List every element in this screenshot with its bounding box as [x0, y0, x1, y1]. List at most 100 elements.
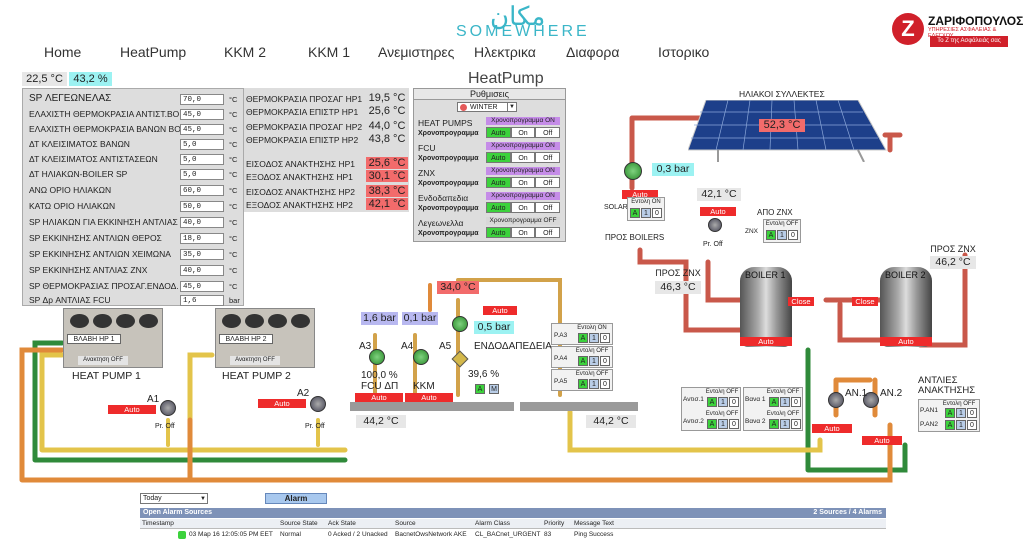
sp-input[interactable]: 5,0: [180, 169, 224, 180]
off-toggle[interactable]: 0: [967, 408, 977, 418]
alarm-filter-select[interactable]: Today ▼: [140, 493, 208, 504]
col-source-state[interactable]: Source State: [280, 519, 318, 529]
off-button[interactable]: Off: [535, 227, 561, 238]
on-button[interactable]: On: [510, 202, 536, 213]
sp-label: SP ΛΕΓΕΩΝΕΛΑΣ: [29, 93, 112, 104]
nav-home[interactable]: Home: [44, 44, 81, 60]
sp-input[interactable]: 5,0: [180, 154, 224, 165]
off-button[interactable]: Off: [535, 127, 561, 138]
on-toggle[interactable]: 1: [780, 397, 790, 407]
col-source[interactable]: Source: [395, 519, 416, 529]
a3-label: A3: [359, 341, 372, 352]
on-button[interactable]: On: [510, 127, 536, 138]
recovery-command: Εντολη OFF: [942, 401, 976, 407]
nav-kkm1[interactable]: ΚΚΜ 1: [308, 44, 350, 60]
off-button[interactable]: Off: [535, 202, 561, 213]
off-toggle[interactable]: 0: [729, 419, 739, 429]
on-toggle[interactable]: 1: [589, 333, 599, 343]
off-toggle[interactable]: 0: [729, 397, 739, 407]
off-toggle[interactable]: 0: [652, 208, 662, 218]
off-toggle[interactable]: 0: [600, 356, 610, 366]
off-button[interactable]: Off: [535, 177, 561, 188]
sp-input[interactable]: 50,0: [180, 201, 224, 212]
solar-pump-icon[interactable]: [624, 162, 642, 180]
off-toggle[interactable]: 0: [791, 419, 801, 429]
alarm-button[interactable]: Alarm: [265, 493, 327, 504]
auto-toggle[interactable]: A: [945, 408, 955, 418]
on-toggle[interactable]: 1: [777, 230, 787, 240]
sp-input[interactable]: 40,0: [180, 265, 224, 276]
an1-pump-icon[interactable]: [828, 392, 844, 408]
on-toggle[interactable]: 1: [956, 408, 966, 418]
on-button[interactable]: On: [510, 227, 536, 238]
on-toggle[interactable]: 1: [589, 379, 599, 389]
off-toggle[interactable]: 0: [788, 230, 798, 240]
auto-toggle[interactable]: A: [766, 230, 776, 240]
col-ack-state[interactable]: Ack State: [328, 519, 356, 529]
col-timestamp[interactable]: Timestamp: [142, 519, 174, 529]
a5-pump-icon[interactable]: [452, 316, 468, 332]
on-toggle[interactable]: 1: [780, 419, 790, 429]
auto-button[interactable]: Auto: [486, 127, 511, 138]
auto-toggle[interactable]: A: [475, 384, 485, 394]
a4-pressure: 0,1 bar: [402, 312, 438, 325]
on-button[interactable]: On: [510, 177, 536, 188]
solar-temp: 52,3 °C: [759, 119, 805, 132]
on-toggle[interactable]: 1: [641, 208, 651, 218]
off-button[interactable]: Off: [535, 152, 561, 163]
sp-input[interactable]: 18,0: [180, 233, 224, 244]
hp2-fault: ΒΛΑΒΗ ΗΡ 2: [219, 334, 273, 344]
pressure-off-label: Pr. Off: [703, 241, 723, 248]
off-toggle[interactable]: 0: [791, 397, 801, 407]
auto-toggle[interactable]: A: [945, 420, 955, 430]
sp-input[interactable]: 60,0: [180, 185, 224, 196]
nav-kkm2[interactable]: ΚΚΜ 2: [224, 44, 266, 60]
on-toggle[interactable]: 1: [718, 397, 728, 407]
pump-icon[interactable]: [708, 218, 722, 232]
nav-fans[interactable]: Ανεμιστηρες: [378, 44, 454, 60]
nav-misc[interactable]: Διαφορα: [566, 44, 619, 60]
auto-button[interactable]: Auto: [486, 152, 511, 163]
auto-button[interactable]: Auto: [486, 177, 511, 188]
off-toggle[interactable]: 0: [967, 420, 977, 430]
auto-button[interactable]: Auto: [486, 202, 511, 213]
nav-history[interactable]: Ιστορικο: [658, 44, 709, 60]
mode-select[interactable]: WINTER ▼: [457, 102, 517, 112]
auto-toggle[interactable]: A: [769, 397, 779, 407]
col-priority[interactable]: Priority: [544, 519, 564, 529]
off-toggle[interactable]: 0: [600, 333, 610, 343]
col-message[interactable]: Message Text: [574, 519, 614, 529]
sp-input[interactable]: 45,0: [180, 109, 224, 120]
a1-pump-icon[interactable]: [160, 400, 176, 416]
auto-toggle[interactable]: A: [707, 419, 717, 429]
sp-label: ΔΤ ΚΛΕΙΣΙΜΑΤΟΣ ΑΝΤΙΣΤΑΣΕΩΝ: [29, 154, 158, 164]
col-alarm-class[interactable]: Alarm Class: [475, 519, 510, 529]
manual-toggle[interactable]: M: [489, 384, 499, 394]
on-toggle[interactable]: 1: [718, 419, 728, 429]
nav-heatpump[interactable]: HeatPump: [120, 44, 186, 60]
off-toggle[interactable]: 0: [600, 379, 610, 389]
nav-electrical[interactable]: Ηλεκτρικα: [474, 44, 536, 60]
a3-pump-icon[interactable]: [369, 349, 385, 365]
sp-input[interactable]: 40,0: [180, 217, 224, 228]
sp-input[interactable]: 5,0: [180, 139, 224, 150]
sp-input[interactable]: 35,0: [180, 249, 224, 260]
on-button[interactable]: On: [510, 152, 536, 163]
auto-toggle[interactable]: A: [769, 419, 779, 429]
on-toggle[interactable]: 1: [956, 420, 966, 430]
on-toggle[interactable]: 1: [589, 356, 599, 366]
auto-toggle[interactable]: A: [578, 333, 588, 343]
sp-input[interactable]: 70,0: [180, 94, 224, 105]
alarm-row[interactable]: 03 Map 16 12:05:05 PM EET Normal 0 Acked…: [140, 530, 886, 540]
sp-input[interactable]: 45,0: [180, 281, 224, 292]
sp-input[interactable]: 45,0: [180, 124, 224, 135]
auto-toggle[interactable]: A: [707, 397, 717, 407]
auto-toggle[interactable]: A: [578, 379, 588, 389]
auto-toggle[interactable]: A: [578, 356, 588, 366]
sp-input[interactable]: 1,6: [180, 295, 224, 306]
auto-button[interactable]: Auto: [486, 227, 511, 238]
auto-toggle[interactable]: A: [630, 208, 640, 218]
a2-pump-icon[interactable]: [310, 396, 326, 412]
a5-percent: 39,6 %: [468, 369, 500, 380]
a4-pump-icon[interactable]: [413, 349, 429, 365]
